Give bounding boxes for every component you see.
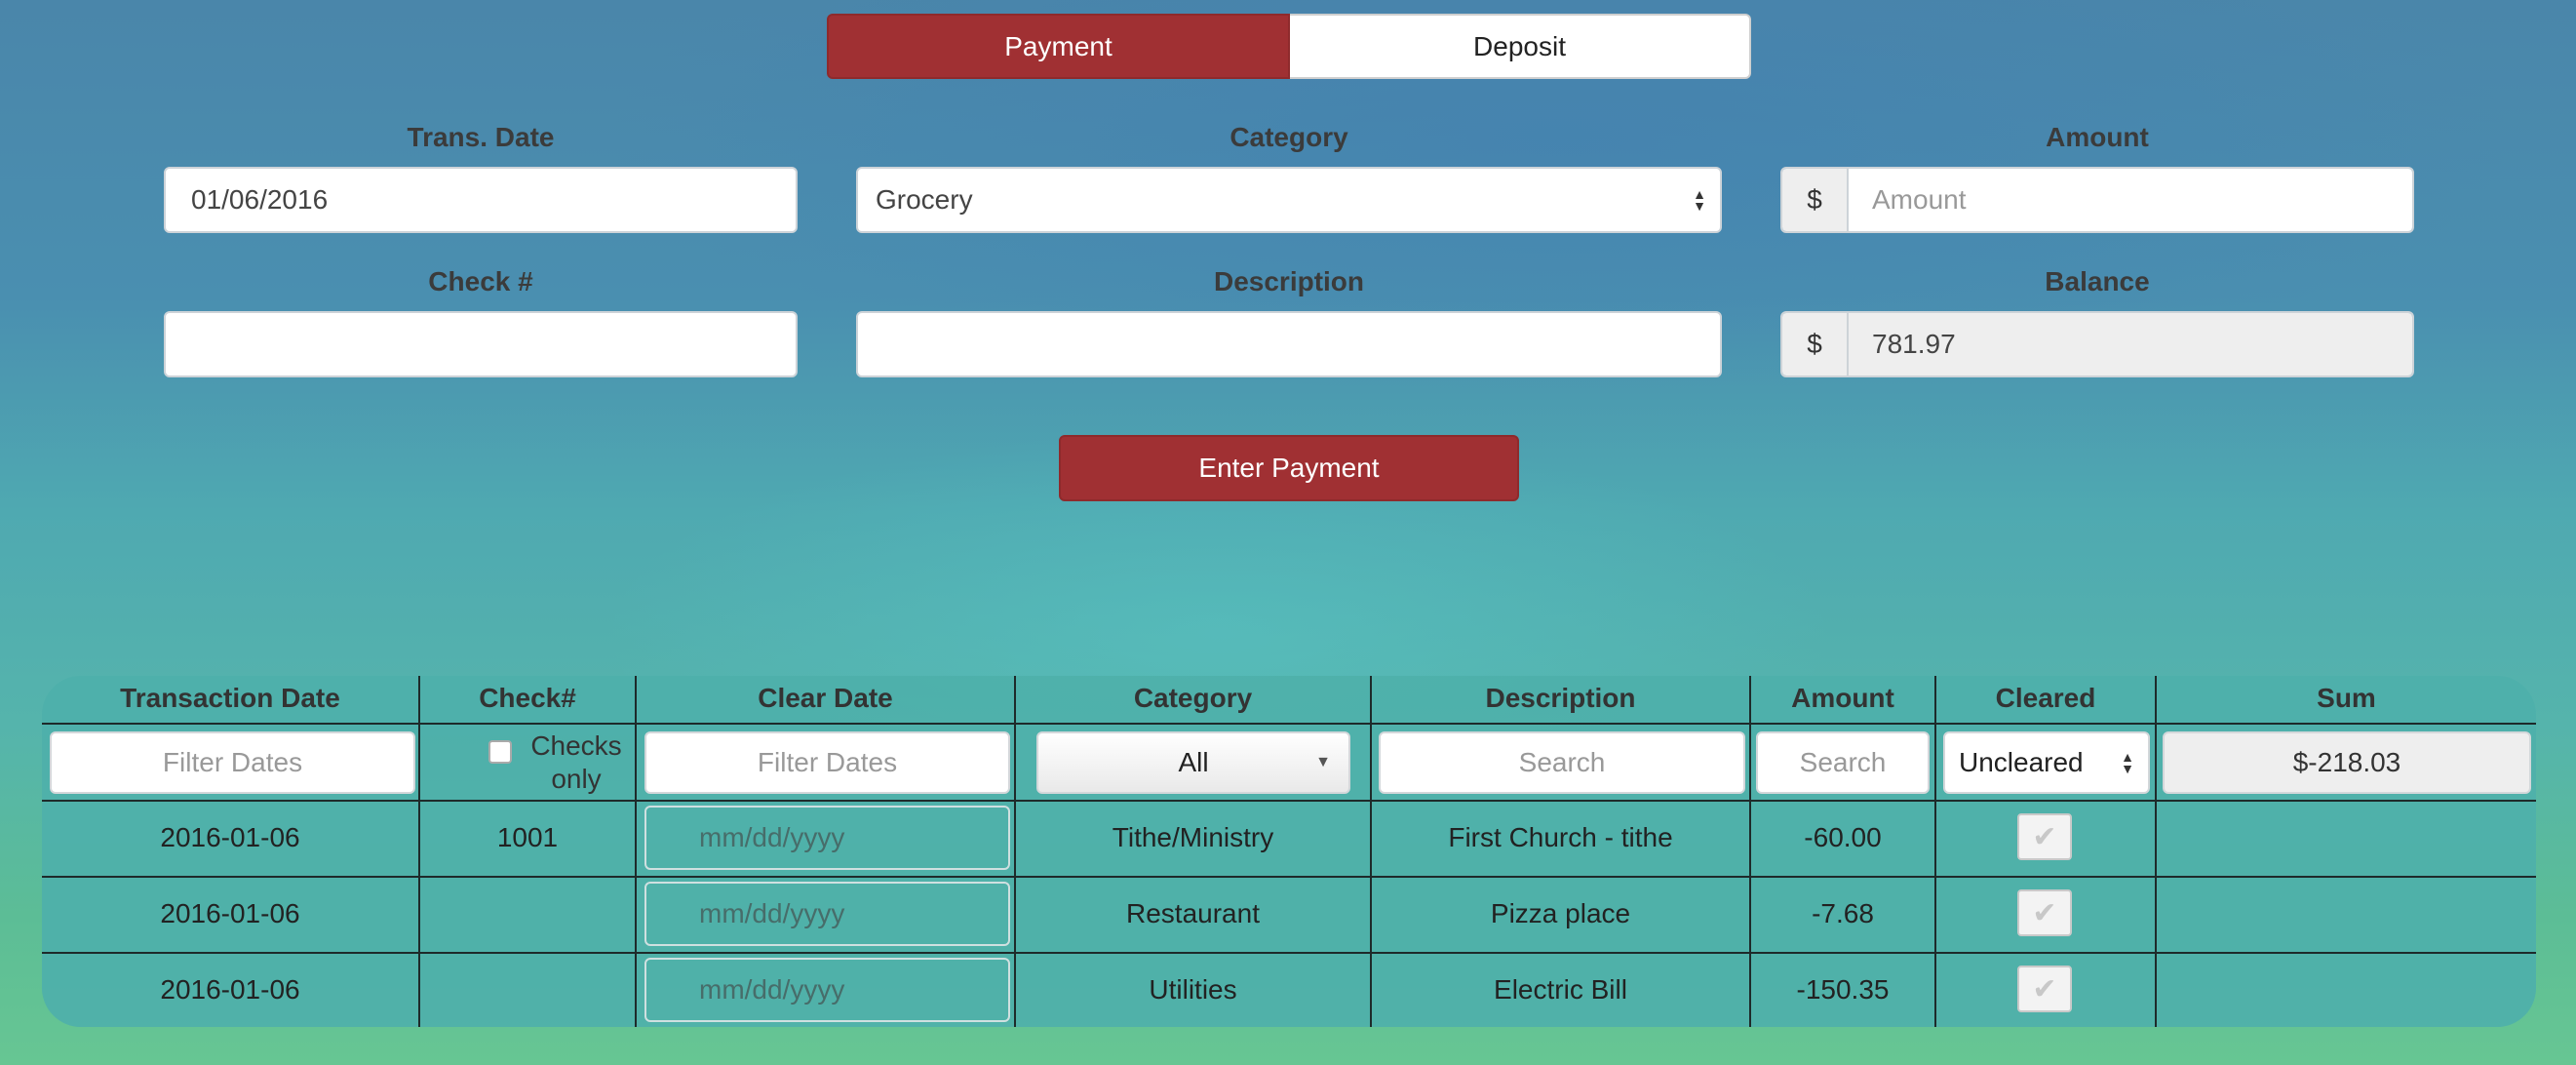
amount-label: Amount <box>2046 122 2149 152</box>
deposit-tab[interactable]: Deposit <box>1290 14 1751 79</box>
header-transaction-date[interactable]: Transaction Date <box>42 683 418 720</box>
row-category: Restaurant <box>1126 898 1260 928</box>
enter-payment-button[interactable]: Enter Payment <box>1059 435 1519 501</box>
up-down-caret-icon: ▲ ▼ <box>1693 186 1706 214</box>
amount-input[interactable]: Amount <box>1849 169 2412 231</box>
row-clear-date-input[interactable]: mm/dd/yyyy <box>644 882 1010 946</box>
row-description: Electric Bill <box>1494 974 1627 1005</box>
description-input[interactable] <box>856 311 1722 377</box>
row-transaction-date: 2016-01-06 <box>160 898 300 928</box>
row-check-number: 1001 <box>496 822 559 852</box>
check-icon: ✔ <box>2032 896 2057 929</box>
payment-tab[interactable]: Payment <box>827 14 1290 79</box>
amount-input-group: $ Amount <box>1780 167 2414 233</box>
row-category: Utilities <box>1149 974 1237 1005</box>
header-clear-date[interactable]: Clear Date <box>637 683 1014 720</box>
balance-currency-addon: $ <box>1782 313 1849 375</box>
checks-only-label: Checks only <box>530 730 622 794</box>
row-cleared-checkbox[interactable]: ✔ <box>2017 966 2072 1012</box>
category-select[interactable]: Grocery ▲ ▼ <box>856 167 1722 233</box>
transaction-date-filter[interactable]: Filter Dates <box>50 731 415 794</box>
row-transaction-date: 2016-01-06 <box>160 974 300 1005</box>
table-header-divider <box>42 723 2536 725</box>
row-description: First Church - tithe <box>1448 822 1673 852</box>
header-cleared[interactable]: Cleared <box>1936 683 2155 720</box>
balance-input-group: $ 781.97 <box>1780 311 2414 377</box>
row-cleared-checkbox[interactable]: ✔ <box>2017 813 2072 860</box>
header-category[interactable]: Category <box>1016 683 1370 720</box>
cleared-filter-value: Uncleared <box>1959 747 2084 777</box>
table-filter-divider <box>42 800 2536 802</box>
header-amount[interactable]: Amount <box>1751 683 1934 720</box>
table-column-divider <box>2155 676 2157 1027</box>
category-filter-value: All <box>1178 747 1209 777</box>
amount-search[interactable]: Search <box>1756 731 1930 794</box>
row-amount: -60.00 <box>1804 822 1882 852</box>
row-clear-date-input[interactable]: mm/dd/yyyy <box>644 958 1010 1022</box>
checks-only-checkbox[interactable] <box>488 740 512 764</box>
table-row-divider <box>42 876 2536 878</box>
check-icon: ✔ <box>2032 820 2057 853</box>
header-description[interactable]: Description <box>1372 683 1749 720</box>
cleared-filter-select[interactable]: Uncleared ▲ ▼ <box>1943 731 2150 794</box>
check-number-input[interactable] <box>164 311 798 377</box>
trans-date-input[interactable]: 01/06/2016 <box>164 167 798 233</box>
sum-field: $-218.03 <box>2163 731 2531 794</box>
header-sum[interactable]: Sum <box>2157 683 2536 720</box>
up-down-caret-icon: ▲ ▼ <box>2121 749 2134 776</box>
row-clear-date-input[interactable]: mm/dd/yyyy <box>644 806 1010 870</box>
check-number-label: Check # <box>428 266 533 296</box>
clear-date-filter[interactable]: Filter Dates <box>644 731 1010 794</box>
category-select-value: Grocery <box>876 184 973 215</box>
row-amount: -7.68 <box>1812 898 1874 928</box>
check-icon: ✔ <box>2032 972 2057 1006</box>
row-cleared-checkbox[interactable]: ✔ <box>2017 889 2072 936</box>
category-label: Category <box>1229 122 1348 152</box>
category-filter-select[interactable]: All ▼ <box>1036 731 1350 794</box>
amount-currency-addon: $ <box>1782 169 1849 231</box>
table-column-divider <box>635 676 637 1027</box>
chevron-down-icon: ▼ <box>1315 754 1331 770</box>
header-check-number[interactable]: Check# <box>420 683 635 720</box>
row-description: Pizza place <box>1490 898 1631 928</box>
row-amount: -150.35 <box>1796 974 1890 1005</box>
balance-label: Balance <box>2045 266 2150 296</box>
transaction-type-toggle: Payment Deposit <box>827 14 1751 79</box>
table-row-divider <box>42 952 2536 954</box>
balance-field: 781.97 <box>1849 313 2412 375</box>
description-search[interactable]: Search <box>1379 731 1745 794</box>
row-category: Tithe/Ministry <box>1112 822 1274 852</box>
row-transaction-date: 2016-01-06 <box>160 822 300 852</box>
table-column-divider <box>1934 676 1936 1027</box>
trans-date-label: Trans. Date <box>407 122 555 152</box>
description-label: Description <box>1213 266 1365 296</box>
